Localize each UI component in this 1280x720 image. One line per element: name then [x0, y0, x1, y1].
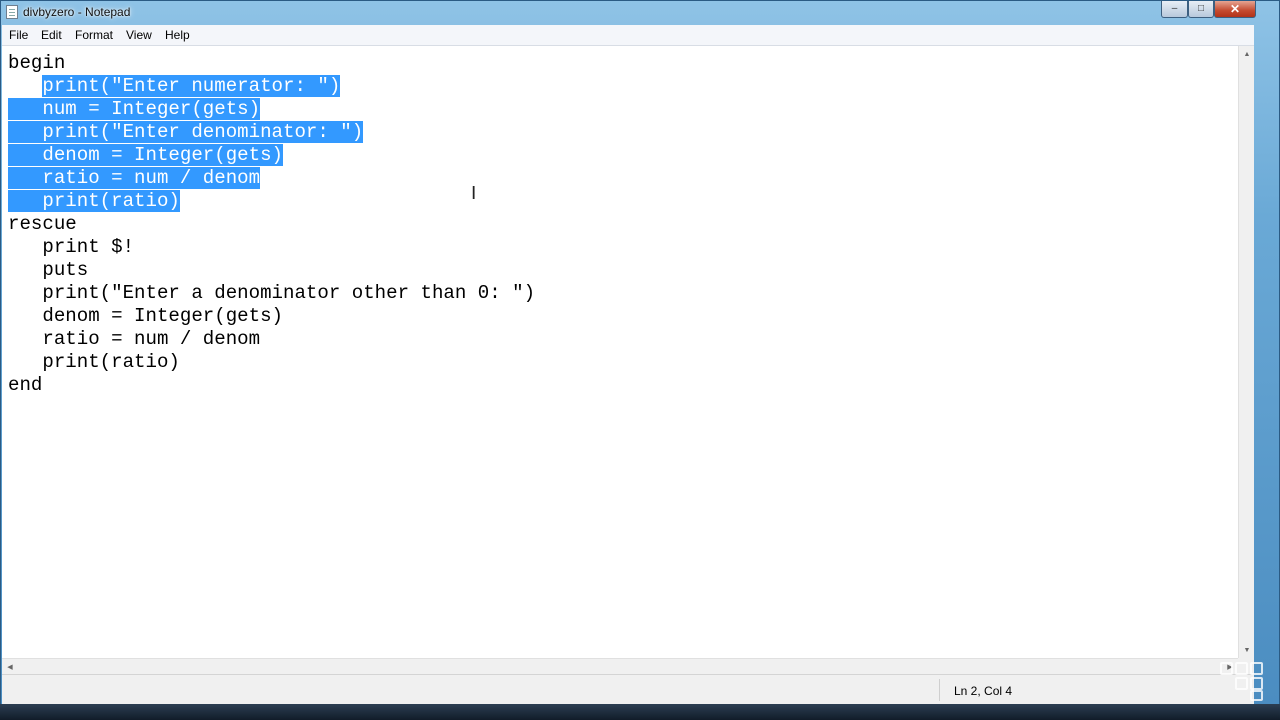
selected-text[interactable]: denom = Integer(gets) [8, 144, 283, 166]
notepad-window: divbyzero - Notepad – □ ✕ File Edit Form… [0, 0, 1280, 720]
selected-text[interactable]: print("Enter numerator: ") [42, 75, 341, 97]
code-line[interactable]: print("Enter a denominator other than 0:… [8, 282, 535, 305]
code-line[interactable]: denom = Integer(gets) [8, 144, 535, 167]
status-bar: Ln 2, Col 4 [2, 674, 1254, 704]
scroll-up-icon[interactable]: ▲ [1239, 46, 1255, 62]
code-line[interactable]: denom = Integer(gets) [8, 305, 535, 328]
menu-edit[interactable]: Edit [41, 28, 62, 42]
selected-text[interactable]: print("Enter denominator: ") [8, 121, 364, 143]
notepad-icon[interactable] [6, 5, 18, 19]
menu-help[interactable]: Help [165, 28, 190, 42]
code-text[interactable]: begin print("Enter numerator: ") num = I… [8, 52, 535, 397]
code-line[interactable]: num = Integer(gets) [8, 98, 535, 121]
code-line[interactable]: ratio = num / denom [8, 167, 535, 190]
code-line[interactable]: print("Enter denominator: ") [8, 121, 535, 144]
code-line[interactable]: begin [8, 52, 535, 75]
menu-file[interactable]: File [9, 28, 28, 42]
watermark-logo-icon [1218, 660, 1276, 704]
menu-bar: File Edit Format View Help [2, 25, 1254, 46]
minimize-button[interactable]: – [1161, 1, 1188, 18]
text-editor[interactable]: begin print("Enter numerator: ") num = I… [2, 46, 1238, 658]
maximize-button[interactable]: □ [1188, 1, 1214, 18]
menu-format[interactable]: Format [75, 28, 113, 42]
selected-text[interactable]: ratio = num / denom [8, 167, 261, 189]
close-button[interactable]: ✕ [1214, 1, 1256, 18]
title-bar[interactable]: divbyzero - Notepad – □ ✕ [1, 1, 1279, 24]
scroll-down-icon[interactable]: ▼ [1239, 642, 1255, 658]
code-line[interactable]: puts [8, 259, 535, 282]
code-line[interactable]: print $! [8, 236, 535, 259]
code-line[interactable]: print(ratio) [8, 190, 535, 213]
selected-text[interactable]: num = Integer(gets) [8, 98, 261, 120]
selected-text[interactable]: print(ratio) [8, 190, 180, 212]
horizontal-scrollbar[interactable]: ◀ ▶ [2, 658, 1238, 674]
code-line[interactable]: rescue [8, 213, 535, 236]
code-line[interactable]: print("Enter numerator: ") [8, 75, 535, 98]
code-line[interactable]: ratio = num / denom [8, 328, 535, 351]
code-line[interactable]: end [8, 374, 535, 397]
window-title: divbyzero - Notepad [23, 5, 131, 19]
code-line[interactable]: print(ratio) [8, 351, 535, 374]
taskbar [0, 704, 1280, 720]
cursor-position: Ln 2, Col 4 [954, 684, 1013, 698]
vertical-scrollbar[interactable]: ▲ ▼ [1238, 46, 1254, 658]
status-divider [939, 679, 940, 701]
text-cursor-icon: I [471, 183, 477, 204]
menu-view[interactable]: View [126, 28, 152, 42]
scroll-left-icon[interactable]: ◀ [2, 659, 18, 675]
